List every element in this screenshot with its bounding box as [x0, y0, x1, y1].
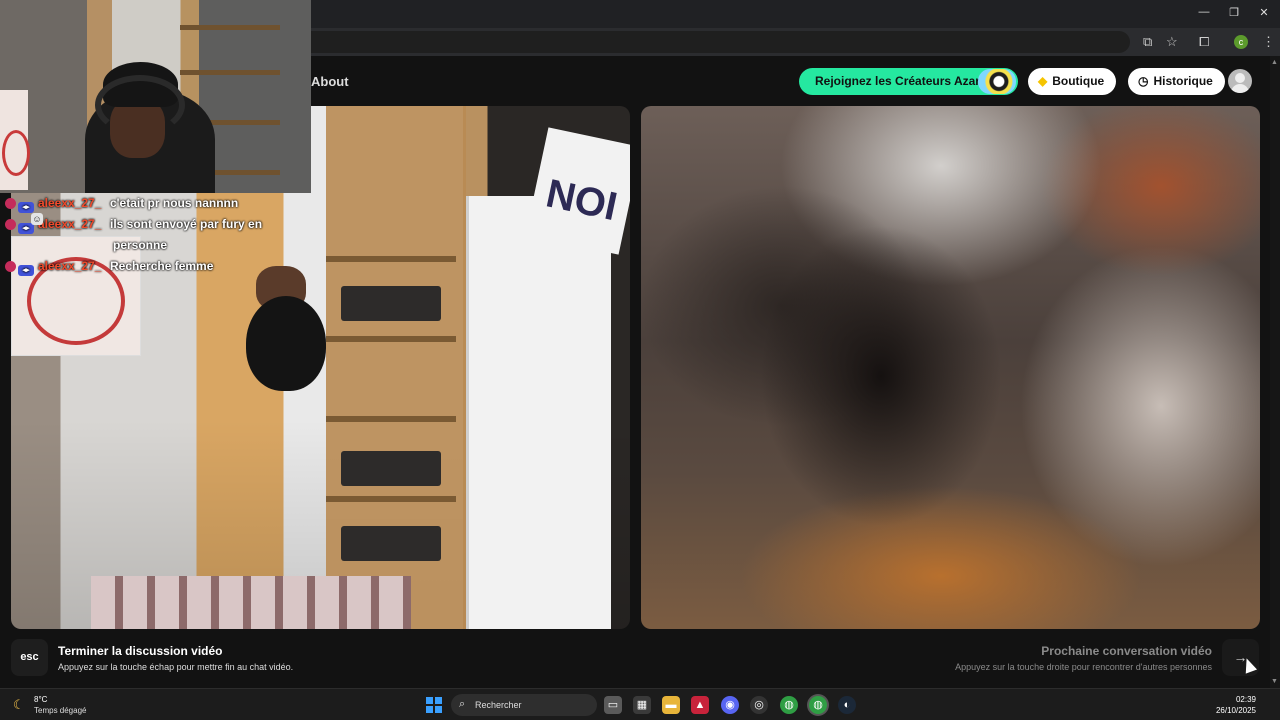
chat-message: ◂▸ aleexx_27_ Recherche femme: [0, 259, 300, 280]
chat-text: Recherche femme: [110, 259, 214, 273]
next-chat-title: Prochaine conversation vidéo: [1041, 644, 1212, 658]
restore-icon[interactable]: ❐: [1224, 6, 1244, 19]
scroll-up-icon[interactable]: ▲: [1271, 59, 1278, 66]
next-chat-subtitle: Appuyez sur la touche droite pour rencon…: [955, 662, 1212, 672]
task-view-icon[interactable]: ▭: [604, 696, 622, 714]
chrome-active-icon[interactable]: ◍: [809, 696, 827, 714]
weather-status[interactable]: Temps dégagé: [34, 706, 86, 715]
clock-icon: ◷: [1138, 74, 1149, 88]
clock-time: 02:39: [1235, 695, 1256, 704]
end-chat-title: Terminer la discussion vidéo: [58, 644, 223, 658]
extensions-icon[interactable]: ⧠: [1199, 34, 1209, 50]
chat-text: ils sont envoyé par fury en: [110, 217, 263, 231]
taskbar-clock[interactable]: 02:39 26/10/2025: [1216, 694, 1256, 716]
moon-icon[interactable]: ☾: [13, 697, 25, 713]
menu-kebab-icon[interactable]: ⋮: [1262, 34, 1275, 50]
discord-icon[interactable]: ◉: [721, 696, 739, 714]
chrome-icon[interactable]: ◍: [780, 696, 798, 714]
chat-username: aleexx_27_: [38, 217, 102, 231]
remote-video-blurred: [641, 106, 1260, 629]
weather-temperature[interactable]: 8°C: [34, 695, 47, 704]
store-icon[interactable]: ▦: [633, 696, 651, 714]
join-creators-label: Rejoignez les Créateurs Azar: [815, 74, 980, 88]
history-button[interactable]: ◷ Historique: [1128, 68, 1225, 95]
rank-badge-icon: ◂▸: [18, 202, 34, 213]
page-scrollbar[interactable]: ▲ ▼: [1270, 56, 1280, 688]
user-avatar[interactable]: [1228, 69, 1252, 93]
profile-icon[interactable]: c: [1234, 35, 1248, 49]
creators-badge-icon: [978, 69, 1016, 94]
streamer-webcam: [0, 0, 311, 193]
stream-chat: ◂▸ aleexx_27_ c'etait pr nous nannnn ◂▸ ale…: [0, 196, 300, 280]
chat-text-continued: personne: [113, 238, 168, 252]
minimize-icon[interactable]: —: [1194, 6, 1214, 18]
close-icon[interactable]: ✕: [1254, 6, 1274, 19]
app-circle-icon[interactable]: ◎: [750, 696, 768, 714]
windows-start-icon[interactable]: [426, 697, 442, 713]
end-chat-subtitle: Appuyez sur la touche échap pour mettre …: [58, 662, 294, 672]
chat-text: c'etait pr nous nannnn: [110, 196, 239, 210]
bottom-controls: esc Terminer la discussion vidéo Appuyez…: [0, 634, 1270, 688]
search-placeholder: Rechercher: [475, 700, 522, 710]
chat-username: aleexx_27_: [38, 259, 102, 273]
nav-about-link[interactable]: About: [311, 74, 349, 89]
steam-icon[interactable]: ◐: [838, 696, 856, 714]
install-app-icon[interactable]: ⧉: [1143, 34, 1152, 50]
address-bar[interactable]: [300, 31, 1130, 53]
chat-message: ◂▸ aleexx_27_ c'etait pr nous nannnn: [0, 196, 300, 217]
shop-label: Boutique: [1052, 74, 1105, 88]
headphones-icon: [95, 75, 185, 135]
join-creators-button[interactable]: Rejoignez les Créateurs Azar: [799, 68, 1018, 95]
chat-message: ◂▸ aleexx_27_ ils sont envoyé par fury en: [0, 217, 300, 238]
history-label: Historique: [1153, 74, 1213, 88]
rank-badge-icon: ◂▸: [18, 265, 34, 276]
clock-date: 26/10/2025: [1215, 706, 1256, 715]
search-icon: ⌕: [459, 698, 466, 710]
diamond-icon: ◆: [1038, 74, 1048, 88]
bookmark-star-icon[interactable]: ☆: [1166, 34, 1178, 50]
esc-key-button[interactable]: esc: [11, 639, 48, 676]
app-a-icon[interactable]: ▲: [691, 696, 709, 714]
sub-badge-icon: [5, 261, 16, 272]
smiley-icon: ☺: [31, 213, 43, 225]
sub-badge-icon: [5, 219, 16, 230]
taskbar-search[interactable]: ⌕ Rechercher: [451, 694, 597, 716]
scroll-down-icon[interactable]: ▼: [1271, 678, 1278, 685]
file-explorer-icon[interactable]: ▬: [662, 696, 680, 714]
shop-button[interactable]: ◆ Boutique: [1028, 68, 1117, 95]
sub-badge-icon: [5, 198, 16, 209]
chat-username: aleexx_27_: [38, 196, 102, 210]
windows-taskbar: ☾ 8°C Temps dégagé ⌕ Rechercher ▭ ▦ ▬ ▲ …: [0, 688, 1280, 720]
